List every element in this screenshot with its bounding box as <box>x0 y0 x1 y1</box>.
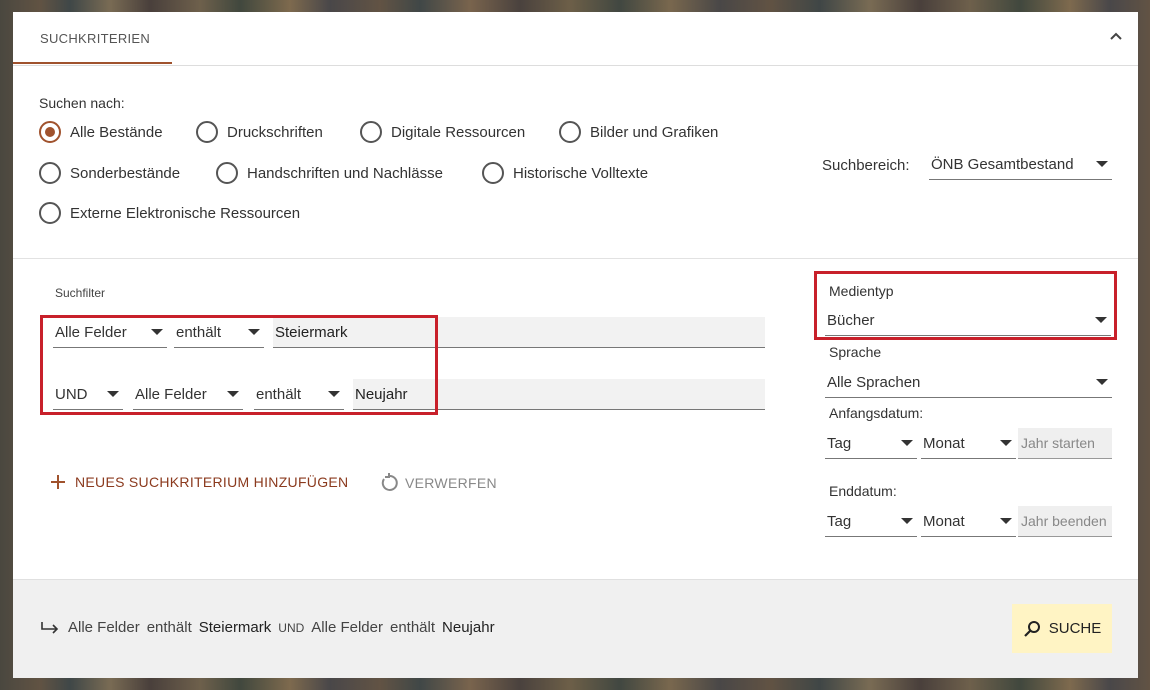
caret-down-icon <box>248 329 260 335</box>
select-value: Monat <box>923 512 965 530</box>
radio-checked-icon <box>39 121 61 143</box>
radio-label: Bilder und Grafiken <box>590 123 719 141</box>
filter1-field-select[interactable]: Alle Felder <box>53 317 167 348</box>
caret-down-icon <box>328 391 340 397</box>
scope-label: Suchbereich: <box>822 157 910 174</box>
input-placeholder: Jahr starten <box>1021 435 1095 451</box>
end-date-label: Enddatum: <box>829 483 897 499</box>
summary-value: Steiermark <box>198 619 272 636</box>
search-panel: SUCHKRITERIEN Suchen nach: Alle Bestände… <box>13 12 1138 678</box>
language-select[interactable]: Alle Sprachen <box>825 367 1112 398</box>
caret-down-icon <box>901 440 913 446</box>
select-value: UND <box>55 385 88 403</box>
summary-boolean: UND <box>278 620 305 635</box>
radio-label: Historische Volltexte <box>513 164 649 182</box>
radio-label: Externe Elektronische Ressourcen <box>70 204 301 222</box>
select-value: enthält <box>256 385 302 403</box>
tab-bar: SUCHKRITERIEN <box>13 12 1138 66</box>
select-value: Tag <box>827 434 852 452</box>
start-month-select[interactable]: Monat <box>921 428 1016 459</box>
radio-historische-volltexte[interactable]: Historische Volltexte <box>482 162 648 184</box>
filter2-value-input[interactable]: Neujahr <box>353 379 765 410</box>
search-button-label: SUCHE <box>1048 620 1102 637</box>
radio-label: Alle Bestände <box>70 123 163 141</box>
input-value: Steiermark <box>275 323 348 341</box>
scope-value: ÖNB Gesamtbestand <box>931 155 1074 173</box>
caret-down-icon <box>1000 518 1012 524</box>
select-value: Monat <box>923 434 965 452</box>
scope-select[interactable]: ÖNB Gesamtbestand <box>929 149 1112 180</box>
radio-digitale-ressourcen[interactable]: Digitale Ressourcen <box>360 121 525 143</box>
caret-down-icon <box>1000 440 1012 446</box>
chevron-up-icon[interactable] <box>1108 28 1124 44</box>
media-type-select[interactable]: Bücher <box>825 305 1111 336</box>
search-button[interactable]: SUCHE <box>1012 604 1112 653</box>
caret-down-icon <box>901 518 913 524</box>
end-day-select[interactable]: Tag <box>825 506 917 537</box>
arrow-return-icon <box>41 621 59 634</box>
media-type-label: Medientyp <box>829 283 894 299</box>
input-value: Neujahr <box>355 385 408 403</box>
radio-label: Digitale Ressourcen <box>391 123 526 141</box>
section-divider <box>13 258 1138 259</box>
summary-value: Neujahr <box>442 619 495 636</box>
radio-externe-ressourcen[interactable]: Externe Elektronische Ressourcen <box>39 202 300 224</box>
radio-label: Druckschriften <box>227 123 323 141</box>
select-value: Alle Sprachen <box>827 373 921 391</box>
radio-unchecked-icon <box>482 162 504 184</box>
reset-icon <box>381 473 398 491</box>
radio-unchecked-icon <box>360 121 382 143</box>
radio-unchecked-icon <box>196 121 218 143</box>
radio-label: Sonderbestände <box>70 164 181 182</box>
plus-icon <box>51 475 65 489</box>
select-value: Tag <box>827 512 852 530</box>
tab-active-indicator <box>13 62 172 64</box>
summary-field: Alle Felder <box>68 619 140 636</box>
radio-handschriften[interactable]: Handschriften und Nachlässe <box>216 162 443 184</box>
caret-down-icon <box>107 391 119 397</box>
end-year-input[interactable]: Jahr beenden <box>1018 506 1112 537</box>
filter1-value-input[interactable]: Steiermark <box>273 317 765 348</box>
select-value: Alle Felder <box>135 385 207 403</box>
tab-search-criteria[interactable]: SUCHKRITERIEN <box>40 31 150 46</box>
filter1-operator-select[interactable]: enthält <box>174 317 264 348</box>
select-value: Alle Felder <box>55 323 127 341</box>
radio-unchecked-icon <box>216 162 238 184</box>
caret-down-icon <box>1096 379 1108 385</box>
end-month-select[interactable]: Monat <box>921 506 1016 537</box>
caret-down-icon <box>1096 161 1108 167</box>
start-year-input[interactable]: Jahr starten <box>1018 428 1112 459</box>
radio-bilder-und-grafiken[interactable]: Bilder und Grafiken <box>559 121 718 143</box>
summary-operator: enthält <box>146 619 192 636</box>
radio-unchecked-icon <box>39 162 61 184</box>
radio-unchecked-icon <box>39 202 61 224</box>
language-label: Sprache <box>829 344 882 360</box>
caret-down-icon <box>227 391 239 397</box>
start-date-label: Anfangsdatum: <box>829 405 924 421</box>
radio-sonderbestaende[interactable]: Sonderbestände <box>39 162 180 184</box>
select-value: enthält <box>176 323 222 341</box>
add-criterion-button[interactable]: NEUES SUCHKRITERIUM HINZUFÜGEN <box>50 474 348 490</box>
discard-label: VERWERFEN <box>405 475 497 491</box>
discard-button[interactable]: VERWERFEN <box>379 473 497 493</box>
caret-down-icon <box>151 329 163 335</box>
add-criterion-label: NEUES SUCHKRITERIUM HINZUFÜGEN <box>75 474 349 490</box>
radio-druckschriften[interactable]: Druckschriften <box>196 121 323 143</box>
filter-section-label: Suchfilter <box>55 286 106 300</box>
search-icon <box>1023 620 1040 637</box>
summary-field: Alle Felder <box>311 619 383 636</box>
caret-down-icon <box>1095 317 1107 323</box>
radio-unchecked-icon <box>559 121 581 143</box>
filter2-operator-select[interactable]: enthält <box>254 379 344 410</box>
filter2-boolean-select[interactable]: UND <box>53 379 123 410</box>
input-placeholder: Jahr beenden <box>1021 513 1107 529</box>
radio-alle-bestaende[interactable]: Alle Bestände <box>39 121 163 143</box>
radio-label: Handschriften und Nachlässe <box>247 164 443 182</box>
summary-operator: enthält <box>389 619 436 636</box>
select-value: Bücher <box>827 311 875 329</box>
query-summary: Alle Felder enthält Steiermark UND Alle … <box>40 619 502 636</box>
search-for-label: Suchen nach: <box>39 95 125 111</box>
filter2-field-select[interactable]: Alle Felder <box>133 379 243 410</box>
start-day-select[interactable]: Tag <box>825 428 917 459</box>
